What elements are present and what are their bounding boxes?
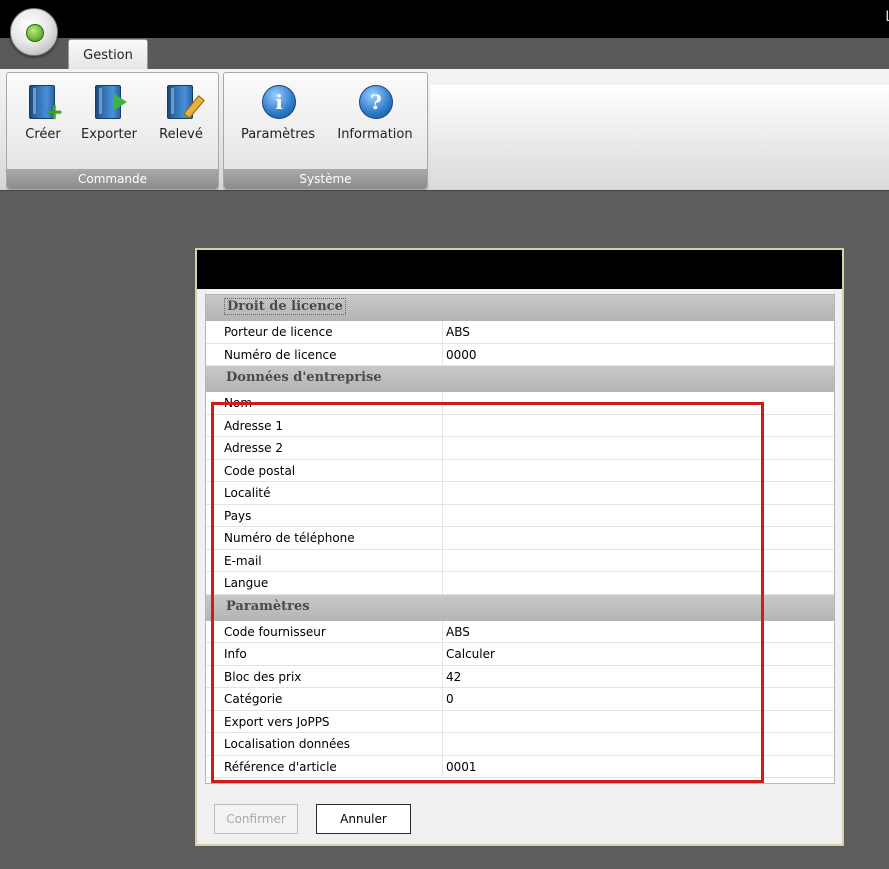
property-row[interactable]: Bloc des prix 42 xyxy=(206,665,834,688)
column-divider xyxy=(442,527,443,549)
property-label: Nom xyxy=(224,396,253,410)
book-add-icon: + xyxy=(25,83,63,124)
property-label: Référence d'article xyxy=(224,759,337,774)
property-label: Numéro de téléphone xyxy=(224,531,355,545)
property-row[interactable]: Référence d'article 0001 xyxy=(206,755,834,778)
section-header[interactable]: Données d'entreprise xyxy=(206,366,834,392)
title-bar: L xyxy=(0,0,889,38)
property-label: Localité xyxy=(224,486,271,500)
property-label: E-mail xyxy=(224,553,262,568)
column-divider xyxy=(442,437,443,459)
group-label-systeme: Système xyxy=(224,169,427,189)
column-divider xyxy=(442,733,443,755)
property-row[interactable]: Langue xyxy=(206,572,834,595)
column-divider xyxy=(442,482,443,504)
property-row[interactable]: Code fournisseur ABS xyxy=(206,620,834,643)
group-label-commande: Commande xyxy=(7,169,218,189)
property-value[interactable]: 42 xyxy=(446,670,461,684)
column-divider xyxy=(442,392,443,414)
property-row[interactable]: E-mail xyxy=(206,549,834,572)
ribbon-group-systeme: i Paramètres ? Information Système xyxy=(223,72,428,190)
property-row[interactable]: Pays xyxy=(206,504,834,527)
property-row[interactable]: Localité xyxy=(206,482,834,505)
releve-button[interactable]: Relevé xyxy=(153,83,209,142)
property-row[interactable]: Adresse 1 xyxy=(206,414,834,437)
property-label: Pays xyxy=(224,508,252,523)
column-divider xyxy=(442,321,443,343)
property-row[interactable]: Info Calculer xyxy=(206,643,834,666)
property-row[interactable]: Code postal xyxy=(206,459,834,482)
dialog-header xyxy=(197,250,842,289)
information-button[interactable]: ? Information xyxy=(330,83,420,142)
property-label: Info xyxy=(224,647,247,661)
column-divider xyxy=(442,459,443,481)
section-title: Paramètres xyxy=(226,598,310,614)
column-divider xyxy=(442,504,443,526)
property-row[interactable]: Adresse 2 xyxy=(206,437,834,460)
information-label: Information xyxy=(337,127,413,142)
section-header[interactable]: Droit de licence xyxy=(206,295,834,321)
property-row[interactable]: Export vers JoPPS xyxy=(206,710,834,733)
settings-dialog: Droit de licence Porteur de licence ABS Num… xyxy=(195,248,844,846)
column-divider xyxy=(442,665,443,687)
property-label: Adresse 2 xyxy=(224,441,284,455)
column-divider xyxy=(442,343,443,365)
info-icon: i xyxy=(260,83,296,121)
property-row[interactable]: Numéro de licence 0000 xyxy=(206,343,834,366)
exporter-button[interactable]: Exporter xyxy=(75,83,143,142)
cancel-button[interactable]: Annuler xyxy=(316,804,411,834)
ribbon: + Créer Exporter Relevé Commande i Param… xyxy=(0,69,889,191)
property-label: Bloc des prix xyxy=(224,669,302,684)
app-logo-icon xyxy=(26,24,44,42)
section-title: Droit de licence xyxy=(224,298,346,315)
property-row[interactable]: Localisation données xyxy=(206,733,834,756)
property-label: Numéro de licence xyxy=(224,347,337,362)
property-label: Localisation données xyxy=(224,737,351,751)
section-title: Données d'entreprise xyxy=(226,370,382,385)
property-label: Catégorie xyxy=(224,692,283,706)
column-divider xyxy=(442,549,443,571)
property-label: Adresse 1 xyxy=(224,418,284,433)
confirm-button[interactable]: Confirmer xyxy=(214,804,298,834)
property-label: Export vers JoPPS xyxy=(224,714,330,729)
book-edit-icon xyxy=(163,83,205,121)
exporter-label: Exporter xyxy=(81,127,137,142)
column-divider xyxy=(442,414,443,436)
column-divider xyxy=(442,688,443,710)
parametres-label: Paramètres xyxy=(240,127,316,142)
book-export-icon xyxy=(91,83,127,121)
help-icon: ? xyxy=(357,83,393,121)
column-divider xyxy=(442,755,443,777)
property-label: Code fournisseur xyxy=(224,624,326,639)
parametres-button[interactable]: i Paramètres xyxy=(230,83,326,142)
column-divider xyxy=(442,572,443,594)
property-row[interactable]: Catégorie 0 xyxy=(206,688,834,711)
property-value[interactable]: ABS xyxy=(446,625,470,639)
column-divider xyxy=(442,643,443,665)
application-menu-button[interactable] xyxy=(10,8,58,56)
releve-label: Relevé xyxy=(159,127,203,142)
property-label: Langue xyxy=(224,576,269,590)
property-grid: Droit de licence Porteur de licence ABS Num… xyxy=(205,294,835,784)
window-title: L xyxy=(885,9,889,25)
property-row[interactable]: Numéro de téléphone xyxy=(206,527,834,550)
property-value[interactable]: 0000 xyxy=(446,348,477,362)
property-label: Code postal xyxy=(224,463,296,478)
column-divider xyxy=(442,620,443,642)
ribbon-empty-area xyxy=(430,85,889,189)
property-row[interactable]: Porteur de licence ABS xyxy=(206,321,834,344)
ribbon-tab-strip: Gestion xyxy=(0,38,889,70)
property-value[interactable]: Calculer xyxy=(446,647,495,661)
ribbon-group-commande: + Créer Exporter Relevé Commande xyxy=(6,72,219,190)
creer-button[interactable]: + Créer xyxy=(15,83,71,142)
property-value[interactable]: 0 xyxy=(446,692,454,706)
property-value[interactable]: 0001 xyxy=(446,760,477,774)
tab-gestion[interactable]: Gestion xyxy=(68,39,148,70)
creer-label: Créer xyxy=(25,127,61,142)
column-divider xyxy=(442,710,443,732)
property-label: Porteur de licence xyxy=(224,325,333,339)
property-row[interactable]: Nom xyxy=(206,392,834,415)
section-header[interactable]: Paramètres xyxy=(206,594,834,621)
property-value[interactable]: ABS xyxy=(446,325,470,339)
